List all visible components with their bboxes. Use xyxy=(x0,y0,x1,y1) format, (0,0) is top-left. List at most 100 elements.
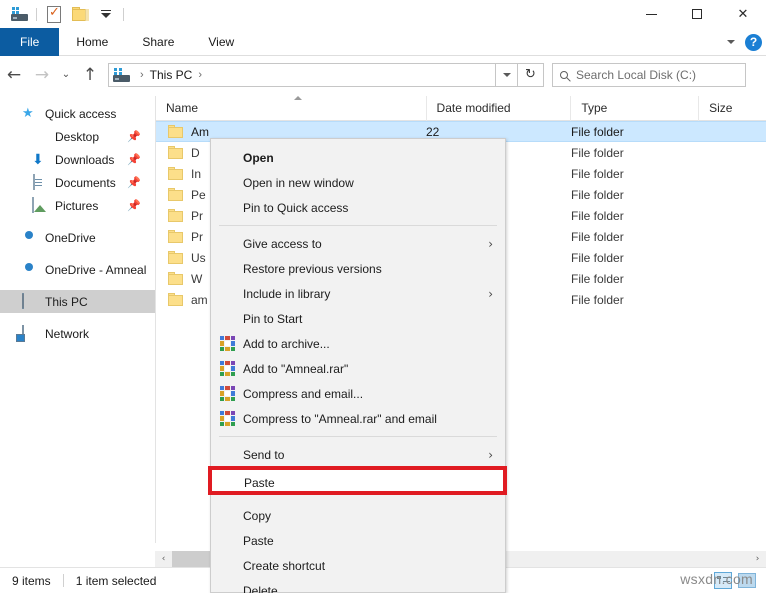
column-header-name-label: Name xyxy=(166,101,198,115)
tab-file[interactable]: File xyxy=(0,28,59,56)
context-menu: Open Open in new window Pin to Quick acc… xyxy=(210,138,506,593)
desktop-icon xyxy=(32,129,48,145)
this-pc-icon xyxy=(113,68,130,82)
sidebar-item-label: Quick access xyxy=(45,107,116,121)
menu-item-copy[interactable]: Copy xyxy=(211,503,505,528)
pin-icon[interactable]: 📌 xyxy=(127,199,141,212)
winrar-icon xyxy=(220,386,235,401)
address-dropdown-button[interactable] xyxy=(496,63,518,87)
menu-item-pin-to-quick-access[interactable]: Pin to Quick access xyxy=(211,195,505,220)
sidebar-item-pictures[interactable]: Pictures 📌 xyxy=(0,194,155,217)
menu-item-add-to-amneal-rar[interactable]: Add to "Amneal.rar" xyxy=(211,356,505,381)
item-count-label: 9 items xyxy=(12,574,51,588)
quick-access-toolbar xyxy=(6,3,128,25)
pictures-icon xyxy=(32,198,48,214)
menu-separator-1 xyxy=(219,225,497,226)
chevron-down-icon[interactable] xyxy=(727,40,735,44)
qat-separator-2 xyxy=(123,8,124,21)
column-header-type[interactable]: Type xyxy=(570,96,698,121)
address-bar: ← → ⌄ ↑ › This PC › ↻ Search Local Disk … xyxy=(0,57,766,92)
tab-view[interactable]: View xyxy=(191,28,251,56)
up-button[interactable]: ↑ xyxy=(76,60,104,90)
menu-item-label: Send to xyxy=(243,448,284,462)
chevron-right-icon: › xyxy=(488,448,493,462)
folder-icon xyxy=(168,167,183,180)
scroll-left-icon[interactable]: ‹ xyxy=(155,551,172,567)
pin-icon[interactable]: 📌 xyxy=(127,176,141,189)
forward-button[interactable]: → xyxy=(28,60,56,90)
menu-item-delete[interactable]: Delete xyxy=(211,578,505,593)
minimize-button[interactable] xyxy=(628,0,674,28)
sort-ascending-icon xyxy=(294,96,302,100)
scroll-right-icon[interactable]: › xyxy=(749,551,766,567)
help-icon[interactable]: ? xyxy=(745,34,762,51)
selection-status-label: 1 item selected xyxy=(76,574,157,588)
menu-item-restore-previous-versions[interactable]: Restore previous versions xyxy=(211,256,505,281)
new-folder-icon[interactable] xyxy=(67,3,93,25)
menu-item-label: Create shortcut xyxy=(243,559,325,573)
customize-qat-icon[interactable] xyxy=(93,3,119,25)
breadcrumb-separator-2[interactable]: › xyxy=(198,69,202,81)
menu-item-label: Open xyxy=(243,151,274,165)
file-type-cell: File folder xyxy=(571,167,699,181)
menu-item-open-in-new-window[interactable]: Open in new window xyxy=(211,170,505,195)
sidebar-item-onedrive-amneal[interactable]: OneDrive - Amneal xyxy=(0,258,155,281)
sidebar-item-documents[interactable]: Documents 📌 xyxy=(0,171,155,194)
folder-icon xyxy=(168,125,183,138)
sidebar-item-network[interactable]: Network xyxy=(0,322,155,345)
file-type-cell: File folder xyxy=(571,188,699,202)
pin-icon[interactable]: 📌 xyxy=(127,153,141,166)
close-button[interactable]: ✕ xyxy=(720,0,766,28)
menu-item-paste-label[interactable]: Paste xyxy=(244,476,275,490)
properties-icon[interactable] xyxy=(6,3,32,25)
breadcrumb-separator-1: › xyxy=(140,69,144,81)
recent-locations-button[interactable]: ⌄ xyxy=(56,60,76,90)
pin-icon[interactable]: 📌 xyxy=(127,130,141,143)
column-header-date[interactable]: Date modified xyxy=(426,96,571,121)
ribbon-tabs: File Home Share View xyxy=(0,28,766,56)
tab-home[interactable]: Home xyxy=(59,28,125,56)
window-controls: ✕ xyxy=(628,0,766,28)
file-name-label: Us xyxy=(191,251,206,265)
menu-item-add-to-archive[interactable]: Add to archive... xyxy=(211,331,505,356)
ribbon-tab-bar: File Home Share View ? xyxy=(0,28,766,56)
menu-item-send-to[interactable]: Send to › xyxy=(211,442,505,467)
sidebar-item-onedrive[interactable]: OneDrive xyxy=(0,226,155,249)
refresh-button[interactable]: ↻ xyxy=(518,63,544,87)
sidebar-gap-3 xyxy=(0,281,155,290)
watermark-text: wsxdn.com xyxy=(680,571,753,587)
address-input[interactable]: › This PC › xyxy=(108,63,496,87)
maximize-button[interactable] xyxy=(674,0,720,28)
forward-icon: → xyxy=(35,65,49,85)
breadcrumb-this-pc[interactable]: This PC xyxy=(150,68,193,82)
menu-item-paste[interactable]: Paste xyxy=(211,528,505,553)
file-type-cell: File folder xyxy=(571,209,699,223)
search-input[interactable]: Search Local Disk (C:) xyxy=(552,63,746,87)
sidebar-gap-4 xyxy=(0,313,155,322)
new-item-icon[interactable] xyxy=(41,3,67,25)
sidebar-item-label: Network xyxy=(45,327,89,341)
sidebar-item-downloads[interactable]: ⬇ Downloads 📌 xyxy=(0,148,155,171)
tab-share[interactable]: Share xyxy=(125,28,191,56)
file-name-label: Pr xyxy=(191,209,203,223)
menu-item-compress-to-amneal-rar-and-email[interactable]: Compress to "Amneal.rar" and email xyxy=(211,406,505,431)
sidebar-item-quick-access[interactable]: ★ Quick access xyxy=(0,102,155,125)
menu-item-give-access-to[interactable]: Give access to › xyxy=(211,231,505,256)
menu-item-create-shortcut[interactable]: Create shortcut xyxy=(211,553,505,578)
column-header-name[interactable]: Name xyxy=(156,96,426,121)
menu-item-include-in-library[interactable]: Include in library › xyxy=(211,281,505,306)
up-arrow-icon: ↑ xyxy=(83,65,97,85)
winrar-icon xyxy=(220,411,235,426)
folder-icon xyxy=(168,146,183,159)
menu-item-compress-and-email[interactable]: Compress and email... xyxy=(211,381,505,406)
star-icon: ★ xyxy=(22,106,38,122)
sidebar-item-desktop[interactable]: Desktop 📌 xyxy=(0,125,155,148)
menu-item-pin-to-start[interactable]: Pin to Start xyxy=(211,306,505,331)
back-button[interactable]: ← xyxy=(0,60,28,90)
column-header-size[interactable]: Size xyxy=(698,96,766,121)
file-type-cell: File folder xyxy=(571,230,699,244)
sidebar-item-this-pc[interactable]: This PC xyxy=(0,290,155,313)
qat-separator-1 xyxy=(36,8,37,21)
menu-item-open[interactable]: Open xyxy=(211,145,505,170)
column-header-size-label: Size xyxy=(709,101,732,115)
